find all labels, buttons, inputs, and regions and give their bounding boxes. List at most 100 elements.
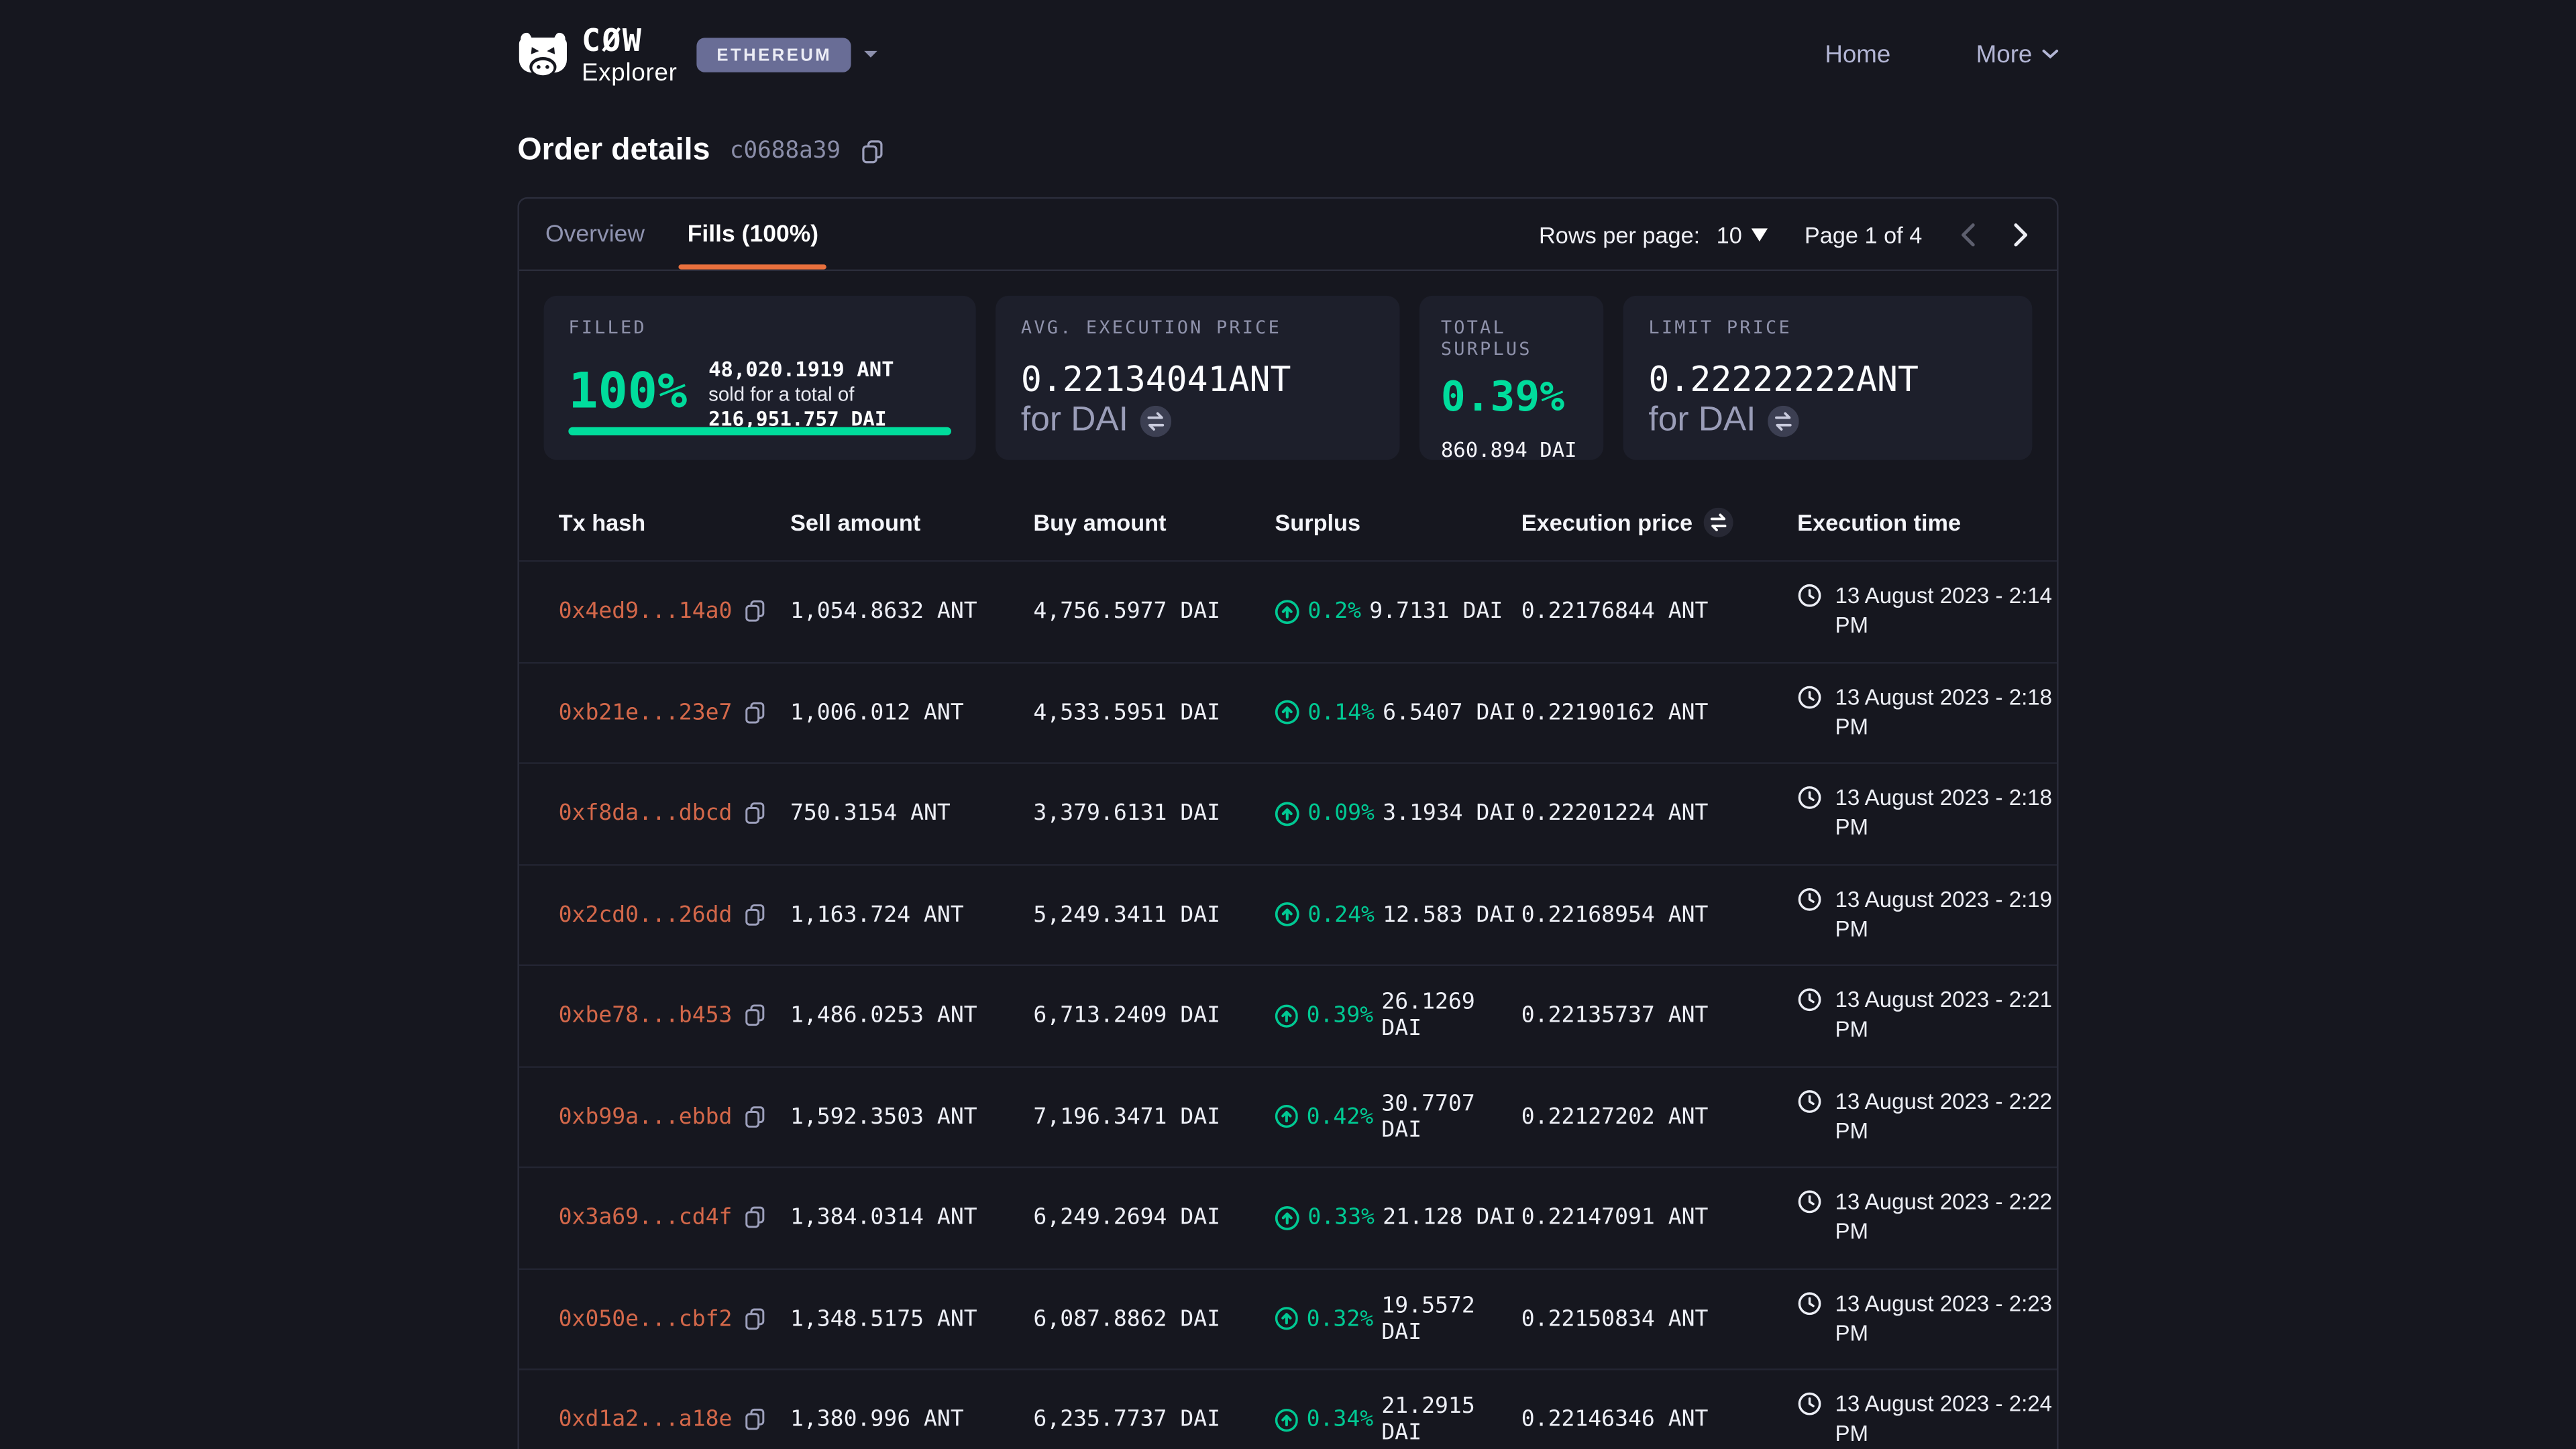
clock-icon xyxy=(1797,1089,1822,1114)
copy-tx-hash-button[interactable] xyxy=(744,1004,765,1027)
buy-amount-cell: 6,235.7737 DAI xyxy=(1033,1407,1275,1433)
copy-icon xyxy=(744,802,765,825)
sell-amount-cell: 1,054.8632 ANT xyxy=(790,598,1033,625)
swap-currency-icon[interactable] xyxy=(1140,405,1171,437)
execution-price-cell: 0.22147091 ANT xyxy=(1521,1205,1797,1231)
nav-home[interactable]: Home xyxy=(1825,41,1890,69)
copy-tx-hash-button[interactable] xyxy=(744,1307,765,1330)
sell-amount-cell: 1,006.012 ANT xyxy=(790,700,1033,726)
execution-price-cell: 0.22190162 ANT xyxy=(1521,700,1797,726)
execution-time-text: 13 August 2023 - 2:23 PM xyxy=(1835,1289,2065,1348)
tx-hash-link[interactable]: 0x050e...cbf2 xyxy=(559,1305,733,1332)
surplus-amount: 21.2915 DAI xyxy=(1381,1393,1521,1446)
tx-hash-link[interactable]: 0xd1a2...a18e xyxy=(559,1407,733,1433)
execution-price-cell: 0.22146346 ANT xyxy=(1521,1407,1797,1433)
surplus-percent: 0.34% xyxy=(1307,1407,1374,1433)
tx-hash-cell: 0x3a69...cd4f xyxy=(559,1205,790,1231)
tx-hash-link[interactable]: 0x4ed9...14a0 xyxy=(559,598,733,625)
page: CØW Explorer ETHEREUM Home More Order d xyxy=(0,0,2576,1449)
swap-currency-icon[interactable] xyxy=(1768,405,1799,437)
tx-hash-link[interactable]: 0xf8da...dbcd xyxy=(559,800,733,826)
order-id: c0688a39 xyxy=(730,138,841,164)
clock-icon xyxy=(1797,886,1822,911)
tx-hash-link[interactable]: 0x3a69...cd4f xyxy=(559,1205,733,1231)
network-selector[interactable]: ETHEREUM xyxy=(697,38,879,72)
tx-hash-link[interactable]: 0xb21e...23e7 xyxy=(559,700,733,726)
execution-time-text: 13 August 2023 - 2:22 PM xyxy=(1835,1087,2065,1146)
column-tx-hash: Tx hash xyxy=(559,509,790,535)
clock-icon xyxy=(1797,786,1822,810)
tab-overview[interactable]: Overview xyxy=(545,199,645,269)
surplus-cell: 0.39%26.1269 DAI xyxy=(1275,989,1521,1042)
limit-price-card: LIMIT PRICE 0.22222222ANT for DAI xyxy=(1624,296,2033,460)
tx-hash-link[interactable]: 0xbe78...b453 xyxy=(559,1002,733,1028)
clock-icon xyxy=(1797,583,1822,608)
filled-amount: 48,020.1919 ANT xyxy=(708,356,952,382)
table-header: Tx hash Sell amount Buy amount Surplus E… xyxy=(519,484,2057,561)
execution-price-cell: 0.22168954 ANT xyxy=(1521,902,1797,928)
copy-tx-hash-button[interactable] xyxy=(744,701,765,724)
previous-page-button[interactable] xyxy=(1958,221,1976,247)
sell-amount-cell: 1,486.0253 ANT xyxy=(790,1002,1033,1028)
buy-amount-cell: 5,249.3411 DAI xyxy=(1033,902,1275,928)
surplus-up-icon xyxy=(1275,700,1299,725)
copy-icon xyxy=(744,1206,765,1229)
copy-icon xyxy=(744,903,765,926)
surplus-cell: 0.09%3.1934 DAI xyxy=(1275,800,1521,826)
cow-explorer-logo[interactable]: CØW Explorer xyxy=(517,25,677,85)
column-execution-price: Execution price xyxy=(1521,508,1797,537)
fill-row: 0xb21e...23e7 1,006.012 ANT 4,533.5951 D… xyxy=(519,663,2057,764)
page-indicator: Page 1 of 4 xyxy=(1805,221,1922,247)
copy-icon xyxy=(744,600,765,623)
network-badge[interactable]: ETHEREUM xyxy=(697,38,852,72)
surplus-up-icon xyxy=(1275,599,1299,624)
copy-order-id-button[interactable] xyxy=(860,139,883,164)
fills-panel: Overview Fills (100%) Rows per page: 10 … xyxy=(517,197,2058,1449)
next-page-button[interactable] xyxy=(2012,221,2031,247)
copy-tx-hash-button[interactable] xyxy=(744,903,765,926)
surplus-up-icon xyxy=(1275,801,1299,826)
copy-icon xyxy=(744,1106,765,1128)
copy-tx-hash-button[interactable] xyxy=(744,802,765,825)
copy-tx-hash-button[interactable] xyxy=(744,1408,765,1431)
surplus-amount: 19.5572 DAI xyxy=(1381,1293,1521,1345)
execution-time-cell: 13 August 2023 - 2:21 PM xyxy=(1797,985,2065,1045)
fill-row: 0xd1a2...a18e 1,380.996 ANT 6,235.7737 D… xyxy=(519,1370,2057,1449)
tab-fills[interactable]: Fills (100%) xyxy=(688,199,818,269)
copy-icon xyxy=(860,139,883,164)
rows-per-page-label: Rows per page: xyxy=(1539,221,1700,247)
execution-time-cell: 13 August 2023 - 2:14 PM xyxy=(1797,582,2065,641)
sell-amount-cell: 1,384.0314 ANT xyxy=(790,1205,1033,1231)
surplus-percent: 0.32% xyxy=(1307,1305,1374,1332)
surplus-percent: 0.33% xyxy=(1307,1205,1375,1231)
nav-more[interactable]: More xyxy=(1976,41,2059,69)
page-title: Order details xyxy=(517,133,710,169)
copy-tx-hash-button[interactable] xyxy=(744,1206,765,1229)
fill-row: 0x2cd0...26dd 1,163.724 ANT 5,249.3411 D… xyxy=(519,865,2057,966)
avg-execution-price-value: 0.22134041ANT xyxy=(1021,358,1375,401)
filled-label: FILLED xyxy=(568,317,952,339)
execution-price-cell: 0.22176844 ANT xyxy=(1521,598,1797,625)
tx-hash-cell: 0xb99a...ebbd xyxy=(559,1104,790,1130)
total-surplus-percent: 0.39% xyxy=(1441,373,1583,421)
tx-hash-cell: 0x2cd0...26dd xyxy=(559,902,790,928)
execution-time-cell: 13 August 2023 - 2:23 PM xyxy=(1797,1289,2065,1348)
buy-amount-cell: 7,196.3471 DAI xyxy=(1033,1104,1275,1130)
surplus-up-icon xyxy=(1275,1407,1298,1432)
invert-price-icon[interactable] xyxy=(1704,508,1733,537)
copy-tx-hash-button[interactable] xyxy=(744,600,765,623)
surplus-cell: 0.32% 19.5572 DAI xyxy=(1275,1293,1521,1345)
rows-per-page-select[interactable]: 10 xyxy=(1717,221,1768,247)
filled-sold-total: 216,951.757 DAI xyxy=(708,407,886,429)
tx-hash-cell: 0x4ed9...14a0 xyxy=(559,598,790,625)
tx-hash-link[interactable]: 0xb99a...ebbd xyxy=(559,1104,733,1130)
buy-amount-cell: 4,756.5977 DAI xyxy=(1033,598,1275,625)
surplus-percent: 0.42% xyxy=(1307,1104,1374,1130)
copy-tx-hash-button[interactable] xyxy=(744,1106,765,1128)
tx-hash-link[interactable]: 0x2cd0...26dd xyxy=(559,902,733,928)
execution-time-text: 13 August 2023 - 2:24 PM xyxy=(1835,1390,2065,1449)
summary-cards: FILLED 100% 48,020.1919 ANT sold for a t… xyxy=(519,271,2057,484)
surplus-amount: 9.7131 DAI xyxy=(1369,598,1503,625)
main-nav: Home More xyxy=(1825,41,2058,69)
table-body: 0x4ed9...14a0 1,054.8632 ANT 4,756.5977 … xyxy=(519,562,2057,1449)
